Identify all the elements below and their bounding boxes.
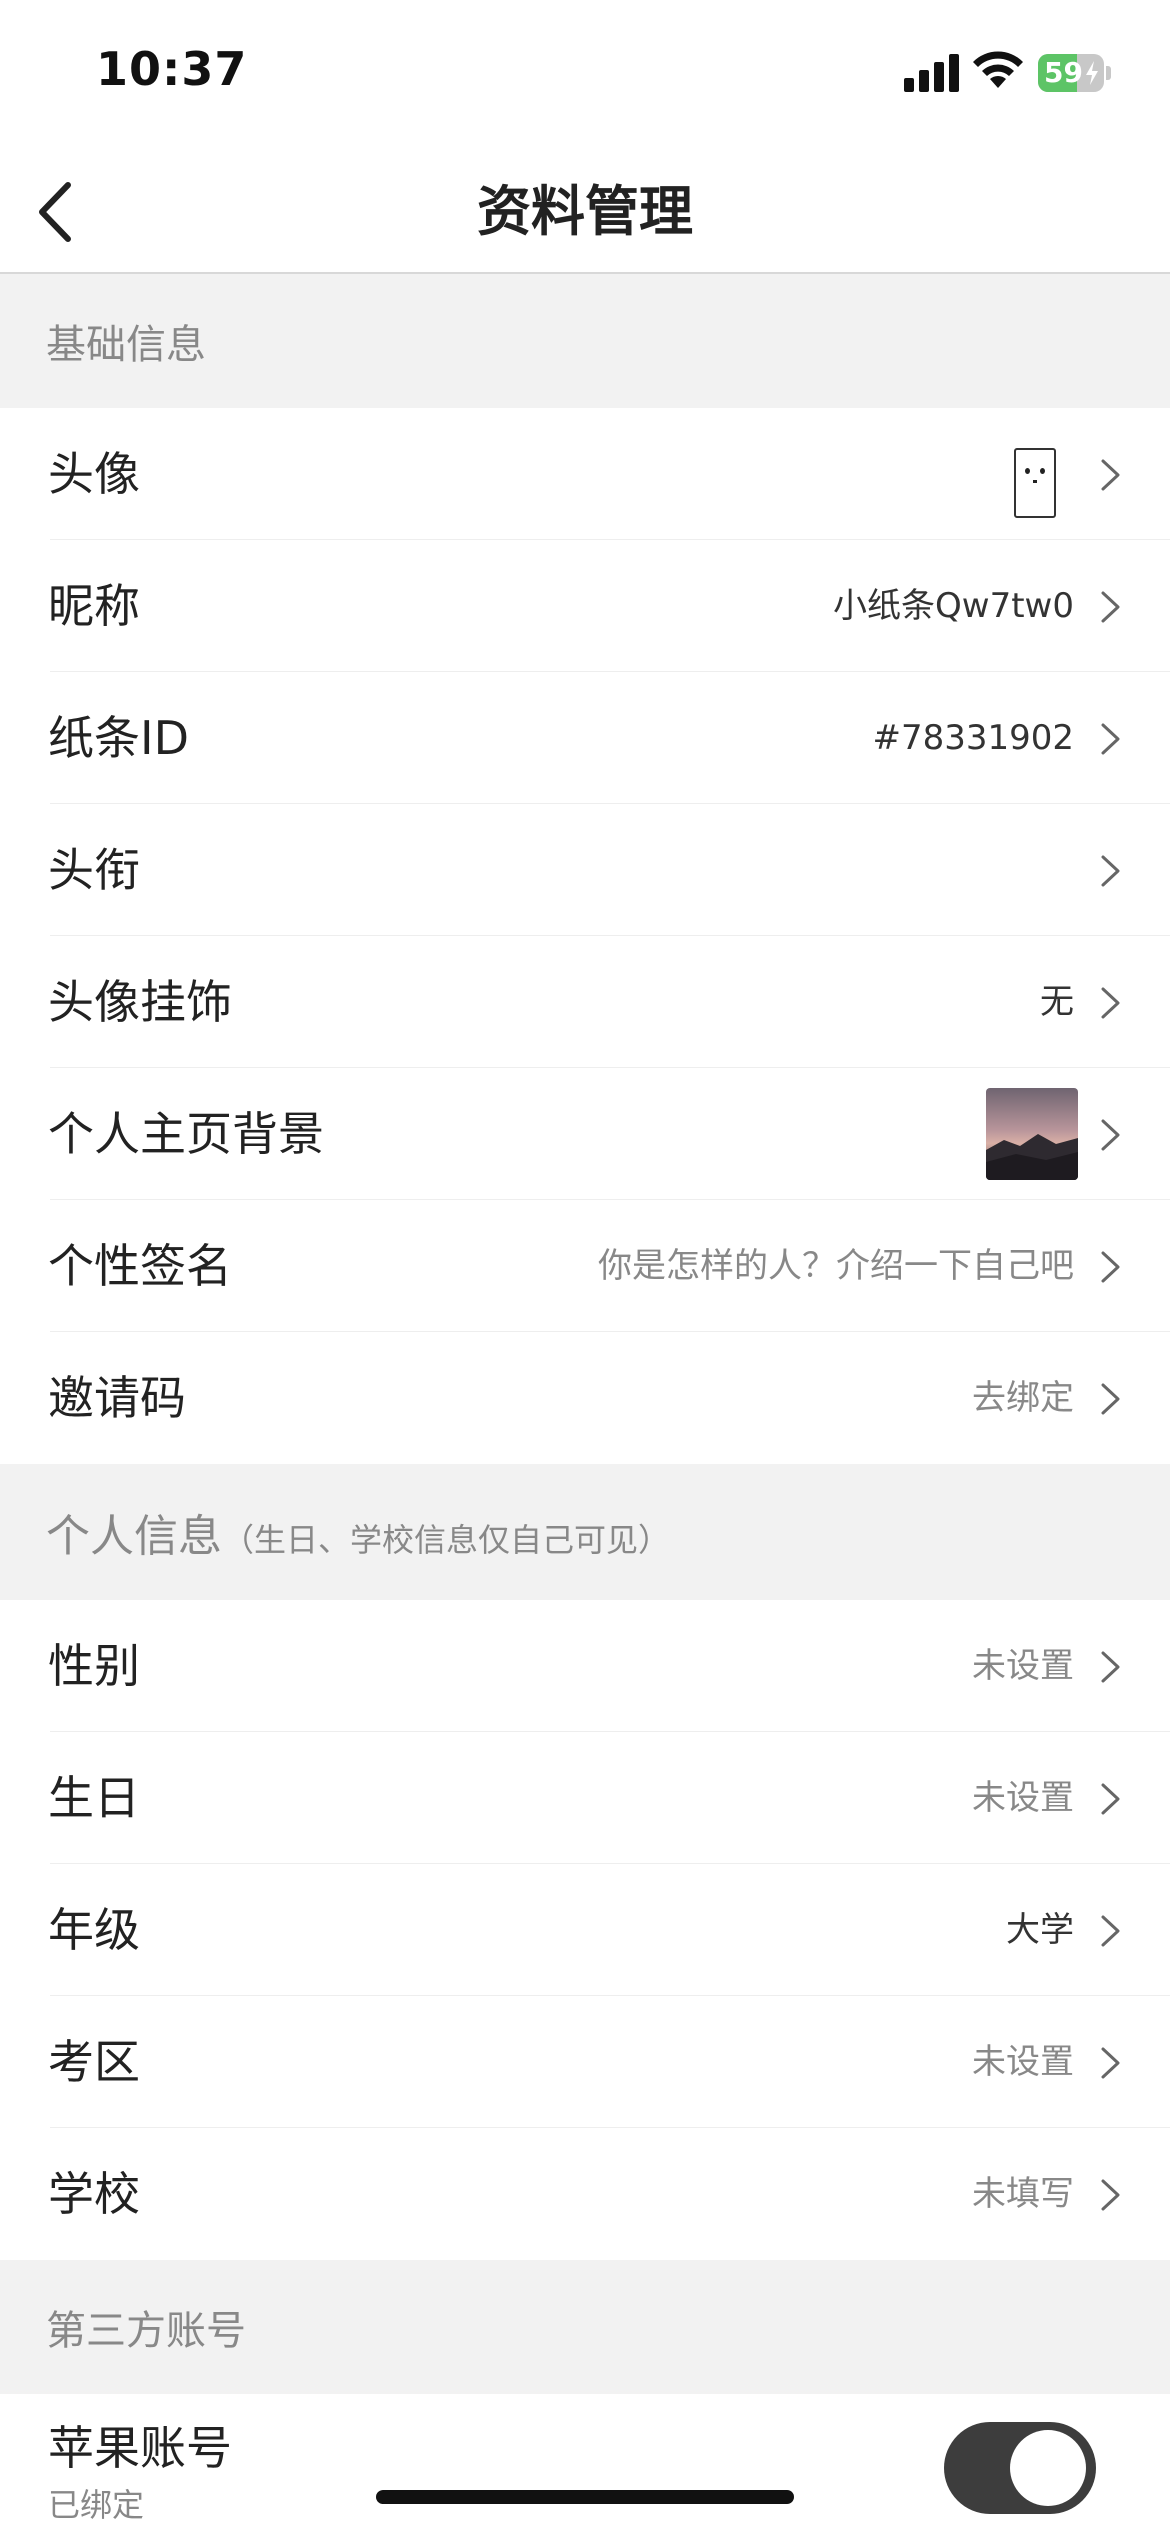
apple-account-toggle[interactable] bbox=[944, 2422, 1096, 2514]
apple-account-status: 已绑定 bbox=[48, 2486, 145, 2524]
section-label-third-party: 第三方账号 bbox=[46, 2308, 246, 2354]
invite-code-value: 去绑定 bbox=[972, 1378, 1074, 1418]
row-label: 考区 bbox=[48, 2035, 140, 2089]
chevron-right-icon bbox=[1101, 2047, 1120, 2079]
chevron-right-icon bbox=[1101, 591, 1120, 623]
row-signature[interactable]: 个性签名 你是怎样的人？介绍一下自己吧 bbox=[0, 1200, 1170, 1332]
apple-account-label: 苹果账号 bbox=[48, 2421, 232, 2475]
row-invite-code[interactable]: 邀请码 去绑定 bbox=[0, 1332, 1170, 1464]
section-header-personal: 个人信息（生日、学校信息仅自己可见） bbox=[0, 1464, 1170, 1600]
chevron-right-icon bbox=[1101, 855, 1120, 887]
row-label: 年级 bbox=[48, 1903, 140, 1957]
section-header-basic: 基础信息 bbox=[0, 274, 1170, 408]
row-label: 性别 bbox=[48, 1639, 140, 1693]
row-profile-background[interactable]: 个人主页背景 bbox=[0, 1068, 1170, 1200]
row-label: 学校 bbox=[48, 2167, 140, 2221]
chevron-right-icon bbox=[1101, 1783, 1120, 1815]
row-label: 头像 bbox=[48, 447, 140, 501]
chevron-right-icon bbox=[1101, 1119, 1120, 1151]
row-label: 纸条ID bbox=[48, 711, 189, 765]
row-avatar-frame[interactable]: 头像挂饰 无 bbox=[0, 936, 1170, 1068]
row-title[interactable]: 头衔 bbox=[0, 804, 1170, 936]
profile-background-thumbnail bbox=[986, 1088, 1078, 1180]
row-exam-region[interactable]: 考区 未设置 bbox=[0, 1996, 1170, 2128]
section-label-personal: 个人信息 bbox=[46, 1511, 222, 1562]
grade-value: 大学 bbox=[1006, 1910, 1074, 1950]
row-birthday[interactable]: 生日 未设置 bbox=[0, 1732, 1170, 1864]
row-label: 生日 bbox=[48, 1771, 140, 1825]
section-label-basic: 基础信息 bbox=[46, 322, 206, 368]
avatar-frame-value: 无 bbox=[1040, 982, 1074, 1022]
row-nickname[interactable]: 昵称 小纸条Qw7tw0 bbox=[0, 540, 1170, 672]
home-indicator bbox=[376, 2490, 794, 2504]
row-label: 个人主页背景 bbox=[48, 1107, 324, 1161]
row-label: 头衔 bbox=[48, 843, 140, 897]
section-hint-personal: （生日、学校信息仅自己可见） bbox=[222, 1521, 671, 1559]
chevron-right-icon bbox=[1101, 2179, 1120, 2211]
signature-value: 你是怎样的人？介绍一下自己吧 bbox=[598, 1246, 1074, 1286]
chevron-right-icon bbox=[1101, 1383, 1120, 1415]
row-label: 个性签名 bbox=[48, 1239, 232, 1293]
chevron-right-icon bbox=[1101, 1915, 1120, 1947]
row-label: 昵称 bbox=[48, 579, 140, 633]
row-school[interactable]: 学校 未填写 bbox=[0, 2128, 1170, 2260]
row-label: 头像挂饰 bbox=[48, 975, 232, 1029]
row-gender[interactable]: 性别 未设置 bbox=[0, 1600, 1170, 1732]
status-time: 10:37 bbox=[96, 42, 248, 96]
row-note-id[interactable]: 纸条ID #78331902 bbox=[0, 672, 1170, 804]
exam-region-value: 未设置 bbox=[972, 2042, 1074, 2082]
section-header-third-party: 第三方账号 bbox=[0, 2260, 1170, 2394]
chevron-right-icon bbox=[1101, 459, 1120, 491]
battery-percent: 59 bbox=[1044, 56, 1083, 89]
battery-icon: 59 bbox=[1038, 54, 1112, 92]
chevron-right-icon bbox=[1101, 987, 1120, 1019]
row-apple-account: 苹果账号 已绑定 bbox=[0, 2394, 1170, 2532]
note-id-value: #78331902 bbox=[872, 718, 1074, 758]
page-title: 资料管理 bbox=[477, 180, 693, 243]
charging-bolt-icon bbox=[1086, 61, 1098, 85]
nav-bar: 资料管理 bbox=[0, 150, 1170, 274]
chevron-right-icon bbox=[1101, 723, 1120, 755]
cellular-signal-icon bbox=[904, 52, 960, 92]
nickname-value: 小纸条Qw7tw0 bbox=[833, 586, 1074, 626]
toggle-knob bbox=[1010, 2430, 1086, 2506]
status-bar: 10:37 59 bbox=[0, 0, 1170, 150]
wifi-icon bbox=[973, 51, 1023, 88]
row-label: 邀请码 bbox=[48, 1371, 186, 1425]
row-avatar[interactable]: 头像 bbox=[0, 408, 1170, 540]
avatar bbox=[1014, 448, 1056, 518]
gender-value: 未设置 bbox=[972, 1646, 1074, 1686]
school-value: 未填写 bbox=[972, 2174, 1074, 2214]
chevron-right-icon bbox=[1101, 1251, 1120, 1283]
birthday-value: 未设置 bbox=[972, 1778, 1074, 1818]
chevron-right-icon bbox=[1101, 1651, 1120, 1683]
row-grade[interactable]: 年级 大学 bbox=[0, 1864, 1170, 1996]
